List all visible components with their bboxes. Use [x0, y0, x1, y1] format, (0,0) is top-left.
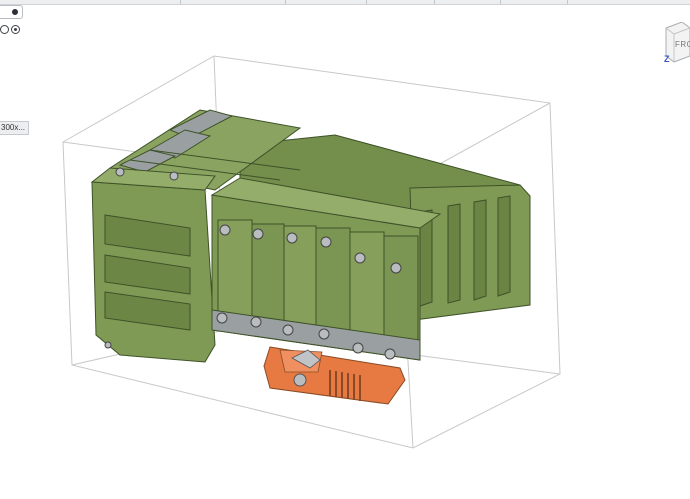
screw-icon	[250, 316, 262, 328]
screw-icon	[354, 252, 366, 264]
screw-icon	[219, 224, 231, 236]
left-battery-module	[90, 167, 216, 363]
screw-icon	[318, 328, 330, 340]
screw-icon	[384, 348, 396, 360]
screw-icon	[293, 373, 307, 387]
orange-base-bracket	[263, 346, 406, 405]
screw-icon	[115, 167, 125, 177]
screw-icon	[216, 312, 228, 324]
model-viewport[interactable]	[0, 0, 690, 499]
screw-icon	[390, 262, 402, 274]
screw-icon	[169, 171, 179, 181]
screw-icon	[104, 341, 112, 349]
screw-icon	[286, 232, 298, 244]
screw-icon	[282, 324, 294, 336]
screw-icon	[352, 342, 364, 354]
screw-icon	[320, 236, 332, 248]
screw-icon	[252, 228, 264, 240]
